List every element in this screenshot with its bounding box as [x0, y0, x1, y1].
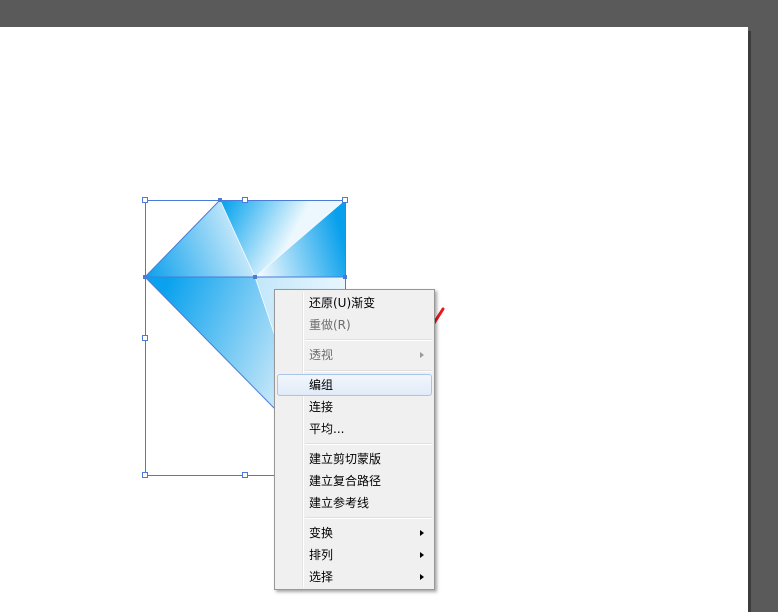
menu-separator: [305, 443, 432, 445]
menu-item-label: 建立参考线: [309, 496, 370, 510]
menu-item-select[interactable]: 选择: [277, 566, 432, 588]
menu-item-label: 透视: [309, 348, 334, 362]
menu-item-perspective: 透视: [277, 344, 432, 366]
menu-item-redo: 重做(R): [277, 314, 432, 336]
submenu-arrow-icon: [420, 574, 424, 580]
submenu-arrow-icon: [420, 530, 424, 536]
submenu-arrow-icon: [420, 552, 424, 558]
menu-item-transform[interactable]: 变换: [277, 522, 432, 544]
menu-item-label: 建立剪切蒙版: [309, 452, 382, 466]
menu-item-make-compound-path[interactable]: 建立复合路径: [277, 470, 432, 492]
menu-separator: [305, 517, 432, 519]
menu-item-label: 重做(R): [309, 318, 351, 332]
submenu-arrow-icon: [420, 352, 424, 358]
handle-top-middle[interactable]: [242, 197, 248, 203]
menu-separator: [305, 370, 432, 372]
menu-item-undo-gradient[interactable]: 还原(U)渐变: [277, 292, 432, 314]
menu-item-label: 连接: [309, 400, 334, 414]
handle-top-left[interactable]: [142, 197, 148, 203]
menu-item-arrange[interactable]: 排列: [277, 544, 432, 566]
menu-item-label: 选择: [309, 570, 334, 584]
menu-item-label: 编组: [309, 378, 334, 392]
menu-item-label: 排列: [309, 548, 334, 562]
menu-item-group[interactable]: 编组: [277, 374, 432, 396]
handle-top-right[interactable]: [342, 197, 348, 203]
handle-bottom-left[interactable]: [142, 472, 148, 478]
menu-item-join[interactable]: 连接: [277, 396, 432, 418]
menu-item-label: 建立复合路径: [309, 474, 382, 488]
handle-bottom-middle[interactable]: [242, 472, 248, 478]
menu-separator: [305, 339, 432, 341]
menu-item-make-clipping-mask[interactable]: 建立剪切蒙版: [277, 448, 432, 470]
context-menu[interactable]: 还原(U)渐变 重做(R) 透视 编组 连接 平均... 建立剪切蒙版 建立复合…: [274, 289, 435, 590]
handle-middle-left[interactable]: [142, 335, 148, 341]
menu-item-label: 还原(U)渐变: [309, 296, 376, 310]
menu-item-make-guides[interactable]: 建立参考线: [277, 492, 432, 514]
menu-item-label: 平均...: [309, 422, 345, 436]
menu-item-label: 变换: [309, 526, 334, 540]
menu-item-average[interactable]: 平均...: [277, 418, 432, 440]
